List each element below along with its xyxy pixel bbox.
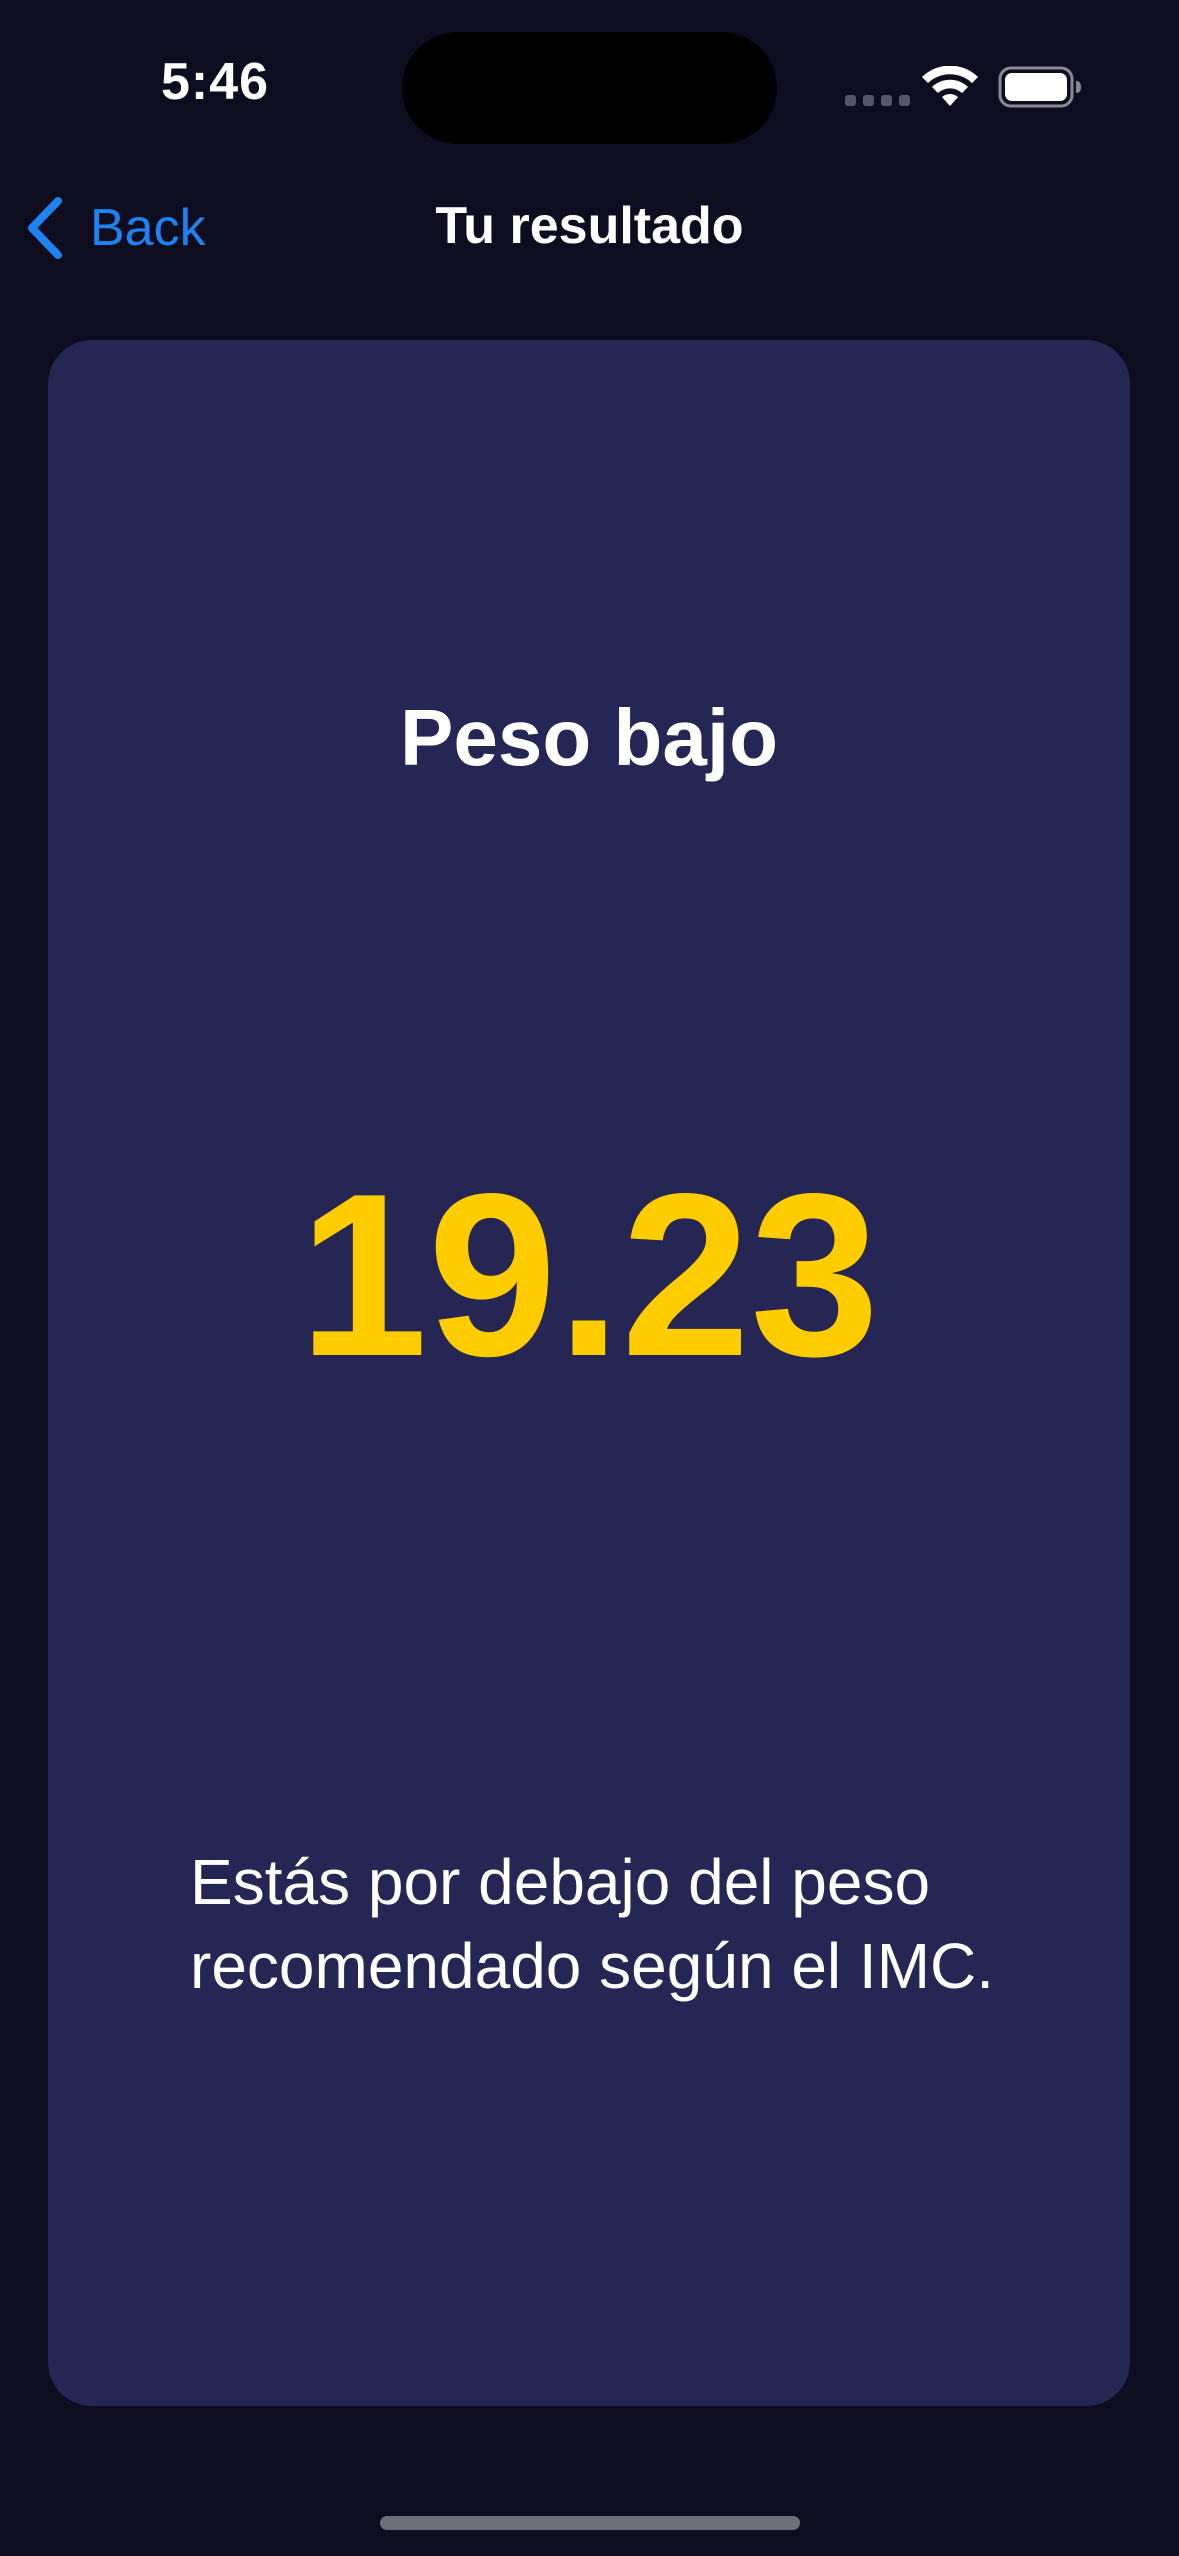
cellular-signal-icon — [845, 95, 910, 106]
status-time: 5:46 — [160, 53, 270, 111]
bmi-value: 19.23 — [298, 1146, 880, 1405]
dynamic-island — [402, 32, 777, 144]
result-card: Peso bajo 19.23 Estás por debajo del pes… — [48, 340, 1130, 2406]
wifi-icon — [922, 66, 978, 106]
battery-icon — [998, 66, 1081, 108]
result-category: Peso bajo — [400, 693, 778, 782]
result-message: Estás por debajo del peso recomendado se… — [190, 1846, 994, 2002]
page-title: Tu resultado — [435, 197, 744, 255]
home-indicator[interactable] — [380, 2516, 800, 2530]
